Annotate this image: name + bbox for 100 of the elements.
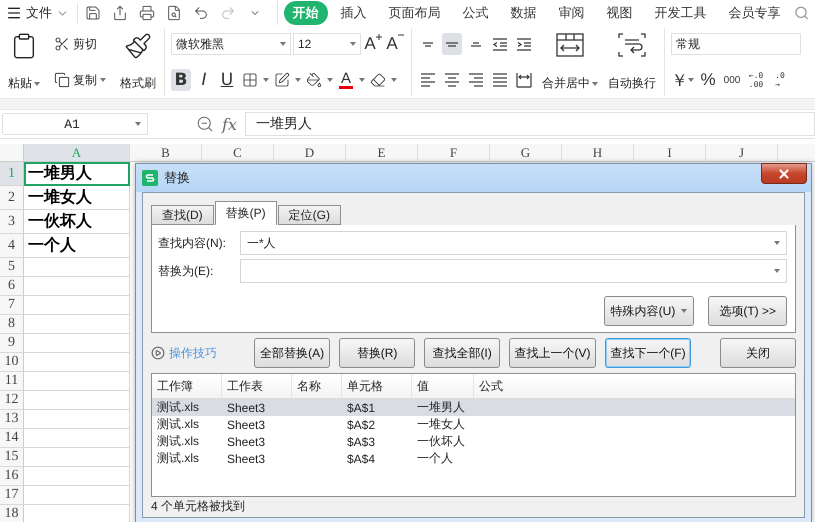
- row-header[interactable]: 14: [0, 429, 24, 448]
- column-header[interactable]: D: [274, 144, 346, 162]
- dialog-button[interactable]: 替换(R): [339, 338, 416, 368]
- column-header[interactable]: H: [562, 144, 634, 162]
- cut-button[interactable]: 剪切: [52, 34, 108, 54]
- row-header[interactable]: 16: [0, 467, 24, 486]
- table-cell[interactable]: 一伙坏人: [24, 210, 130, 234]
- table-cell[interactable]: [24, 296, 130, 315]
- dialog-button[interactable]: 关闭: [720, 338, 796, 368]
- formula-field[interactable]: 一堆男人: [244, 112, 815, 136]
- ribbon-tab[interactable]: 页面布局: [380, 1, 450, 25]
- align-middle-button[interactable]: [442, 33, 462, 55]
- table-cell[interactable]: 一个人: [24, 234, 130, 258]
- wrap-text-button[interactable]: 自动换行: [606, 28, 658, 96]
- ribbon-tab[interactable]: 开发工具: [646, 1, 716, 25]
- row-header[interactable]: 2: [0, 186, 24, 210]
- currency-button[interactable]: ￥: [671, 69, 694, 91]
- grow-font-button[interactable]: A: [363, 33, 383, 55]
- row-header[interactable]: 4: [0, 234, 24, 258]
- row-header[interactable]: 11: [0, 372, 24, 391]
- table-cell[interactable]: 一堆女人: [24, 186, 130, 210]
- column-header[interactable]: F: [418, 144, 490, 162]
- row-header[interactable]: 17: [0, 486, 24, 505]
- column-header[interactable]: 值: [412, 374, 474, 398]
- row-header[interactable]: 7: [0, 296, 24, 315]
- result-row[interactable]: 测试.xls Sheet3 $A$3 一伙坏人: [152, 433, 795, 450]
- close-button[interactable]: [761, 163, 807, 184]
- number-format-field[interactable]: 常规: [671, 33, 801, 55]
- fx-label[interactable]: fx: [222, 114, 237, 134]
- font-color-button[interactable]: A: [336, 69, 356, 91]
- table-cell[interactable]: [24, 258, 130, 277]
- search-icon[interactable]: [794, 5, 809, 21]
- thousands-button[interactable]: 000: [722, 69, 742, 91]
- result-row[interactable]: 测试.xls Sheet3 $A$4 一个人: [152, 450, 795, 467]
- dialog-button[interactable]: 查找上一个(V): [509, 338, 596, 368]
- bold-button[interactable]: B: [171, 69, 191, 91]
- row-header[interactable]: 15: [0, 448, 24, 467]
- row-header[interactable]: 12: [0, 391, 24, 410]
- column-header[interactable]: 单元格: [342, 374, 412, 398]
- ribbon-tab[interactable]: 数据: [502, 1, 546, 25]
- italic-button[interactable]: I: [194, 69, 214, 91]
- format-painter-button[interactable]: 格式刷: [118, 28, 158, 96]
- find-field[interactable]: 一*人: [240, 231, 787, 255]
- column-header[interactable]: J: [706, 144, 778, 162]
- special-content-button[interactable]: 特殊内容(U): [604, 296, 694, 326]
- column-header[interactable]: 工作簿: [152, 374, 222, 398]
- column-header[interactable]: B: [130, 144, 202, 162]
- row-header[interactable]: 5: [0, 258, 24, 277]
- column-header[interactable]: I: [634, 144, 706, 162]
- row-header[interactable]: 8: [0, 315, 24, 334]
- row-header[interactable]: 13: [0, 410, 24, 429]
- row-header[interactable]: 3: [0, 210, 24, 234]
- zoom-out-icon[interactable]: [196, 115, 214, 133]
- shrink-font-button[interactable]: A: [385, 33, 405, 55]
- table-cell[interactable]: [24, 486, 130, 505]
- column-header[interactable]: 工作表: [222, 374, 292, 398]
- table-cell[interactable]: [24, 391, 130, 410]
- ribbon-tab[interactable]: 审阅: [550, 1, 594, 25]
- table-cell[interactable]: [24, 429, 130, 448]
- dialog-button[interactable]: 查找下一个(F): [604, 338, 692, 368]
- row-header[interactable]: 9: [0, 334, 24, 353]
- dialog-button[interactable]: 全部替换(A): [254, 338, 330, 368]
- paste-button[interactable]: 粘贴: [6, 28, 42, 96]
- column-header[interactable]: G: [490, 144, 562, 162]
- dialog-button[interactable]: 查找全部(I): [424, 338, 500, 368]
- dialog-tab[interactable]: 替换(P): [214, 201, 277, 225]
- font-name-field[interactable]: 微软雅黑: [171, 33, 291, 55]
- row-header[interactable]: 6: [0, 277, 24, 296]
- decrease-decimal-button[interactable]: .0 →: [770, 69, 790, 91]
- row-header[interactable]: 10: [0, 353, 24, 372]
- font-size-field[interactable]: 12: [293, 33, 361, 55]
- ribbon-tab[interactable]: 插入: [332, 1, 376, 25]
- table-cell[interactable]: [24, 277, 130, 296]
- table-cell[interactable]: [24, 372, 130, 391]
- table-cell[interactable]: [24, 448, 130, 467]
- dialog-tab[interactable]: 定位(G): [278, 205, 341, 225]
- table-cell[interactable]: 一堆男人: [24, 162, 130, 186]
- ribbon-tab[interactable]: 公式: [454, 1, 498, 25]
- table-cell[interactable]: [24, 353, 130, 372]
- file-menu[interactable]: 文件: [6, 3, 78, 23]
- dialog-tab[interactable]: 查找(D): [151, 205, 214, 225]
- table-cell[interactable]: [24, 315, 130, 334]
- row-header[interactable]: 18: [0, 505, 24, 522]
- column-header[interactable]: 名称: [292, 374, 342, 398]
- table-cell[interactable]: [24, 334, 130, 353]
- increase-decimal-button[interactable]: ←.0 .00: [746, 69, 766, 91]
- ribbon-tab[interactable]: 会员专享: [720, 1, 790, 25]
- table-cell[interactable]: [24, 467, 130, 486]
- column-header[interactable]: 公式: [474, 374, 804, 398]
- result-row[interactable]: 测试.xls Sheet3 $A$2 一堆女人: [152, 416, 795, 433]
- table-cell[interactable]: [24, 410, 130, 429]
- column-header[interactable]: E: [346, 144, 418, 162]
- merge-center-button[interactable]: 合并居中: [540, 28, 600, 96]
- copy-button[interactable]: 复制: [52, 70, 108, 90]
- options-button[interactable]: 选项(T) >>: [708, 296, 787, 326]
- percent-button[interactable]: %: [698, 69, 718, 91]
- result-row[interactable]: 测试.xls Sheet3 $A$1 一堆男人: [152, 399, 795, 416]
- column-header[interactable]: C: [202, 144, 274, 162]
- underline-button[interactable]: U: [217, 69, 237, 91]
- ribbon-tab[interactable]: 视图: [598, 1, 642, 25]
